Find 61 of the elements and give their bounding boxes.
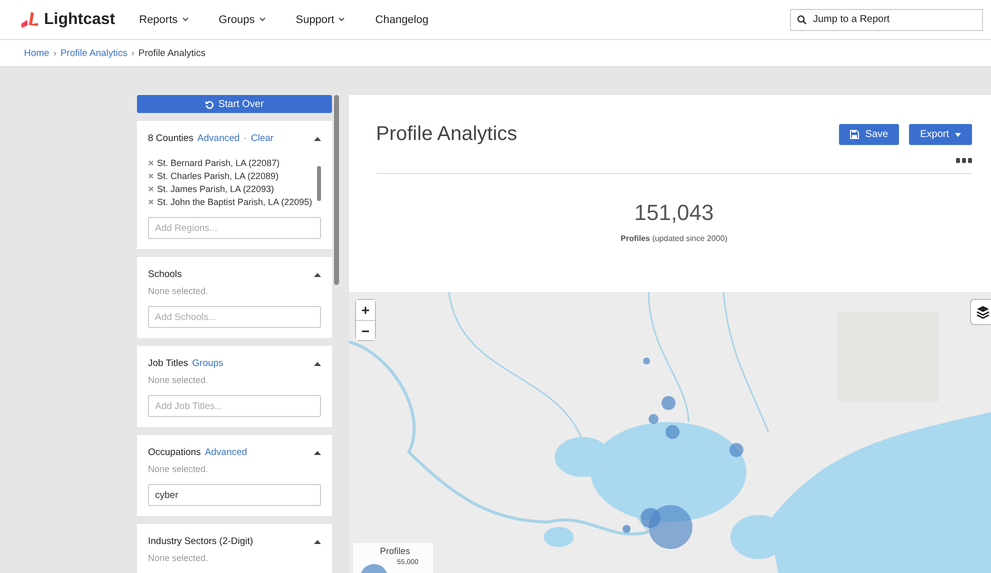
export-button[interactable]: Export: [909, 124, 972, 145]
filter-title: Schools: [148, 269, 182, 280]
save-button[interactable]: Save: [839, 124, 900, 145]
filter-input[interactable]: cyber: [148, 484, 321, 506]
scrollbar-thumb[interactable]: [317, 166, 321, 201]
zoom-out-button[interactable]: −: [356, 320, 375, 340]
start-over-button[interactable]: Start Over: [137, 95, 332, 113]
filter-link[interactable]: Advanced: [204, 447, 248, 458]
collapse-caret-icon[interactable]: [314, 540, 321, 544]
filter-title: 8 Counties: [148, 133, 194, 144]
chevron-icon: [182, 17, 189, 22]
filter-link[interactable]: Groups: [192, 358, 224, 369]
logo-icon: [20, 10, 40, 28]
layers-icon: [976, 305, 990, 319]
filter-input[interactable]: Add Regions...: [148, 217, 321, 239]
profile-count: 151,043: [634, 200, 714, 226]
selected-region: St. James Parish, LA (22093): [157, 184, 274, 194]
selected-region: St. John the Baptist Parish, LA (22095): [157, 197, 312, 207]
remove-icon[interactable]: [148, 173, 154, 179]
remove-icon[interactable]: [148, 186, 154, 192]
filter-title: Industry Sectors (2-Digit): [148, 536, 254, 547]
nav-menu[interactable]: Reports: [139, 14, 189, 26]
filter-link[interactable]: Clear: [250, 133, 274, 144]
caret-icon: [955, 132, 961, 136]
remove-icon[interactable]: [148, 160, 154, 166]
nav-menu[interactable]: Changelog: [375, 14, 428, 26]
filter-status: None selected.: [148, 375, 210, 385]
filter-status: None selected.: [148, 464, 210, 474]
layers-button[interactable]: [971, 300, 991, 324]
collapse-caret-icon[interactable]: [314, 362, 321, 366]
selected-region: St. Charles Parish, LA (22089): [157, 171, 279, 181]
collapse-caret-icon[interactable]: [314, 272, 321, 276]
filter-status: None selected.: [148, 553, 210, 563]
scrollbar-thumb[interactable]: [334, 95, 339, 285]
breadcrumb-link[interactable]: Profile Analytics: [60, 48, 128, 58]
page-title: Profile Analytics: [376, 123, 518, 146]
brand-name[interactable]: Lightcast: [44, 10, 116, 28]
collapse-caret-icon[interactable]: [314, 136, 321, 140]
filter-input[interactable]: Add Schools...: [148, 306, 321, 328]
breadcrumb-separator: ›: [53, 48, 56, 58]
chevron-icon: [258, 17, 266, 22]
filter-title: Occupations: [148, 447, 201, 458]
separator-dot: ·: [244, 133, 247, 144]
selected-region: St. Bernard Parish, LA (22087): [157, 158, 280, 168]
profile-count-label: Profiles (updated since 2000): [620, 234, 728, 243]
remove-icon[interactable]: [148, 199, 154, 205]
nav-menu[interactable]: Groups: [218, 14, 266, 26]
reset-icon: [205, 100, 214, 108]
search-field[interactable]: Jump to a Report: [790, 8, 983, 30]
filter-title: Job Titles: [148, 358, 188, 369]
collapse-caret-icon[interactable]: [314, 450, 321, 454]
nav-menu[interactable]: Support: [296, 14, 346, 26]
legend-title: Profiles: [380, 546, 410, 556]
filter-input[interactable]: Add Job Titles...: [148, 395, 321, 417]
breadcrumb-link[interactable]: Home: [24, 48, 50, 58]
breadcrumb-current: Profile Analytics: [138, 48, 206, 58]
breadcrumb-separator: ›: [131, 48, 134, 58]
filter-status: None selected.: [148, 286, 210, 296]
more-icon[interactable]: [956, 158, 972, 163]
filter-link[interactable]: Advanced: [197, 133, 240, 144]
chevron-icon: [338, 17, 346, 22]
